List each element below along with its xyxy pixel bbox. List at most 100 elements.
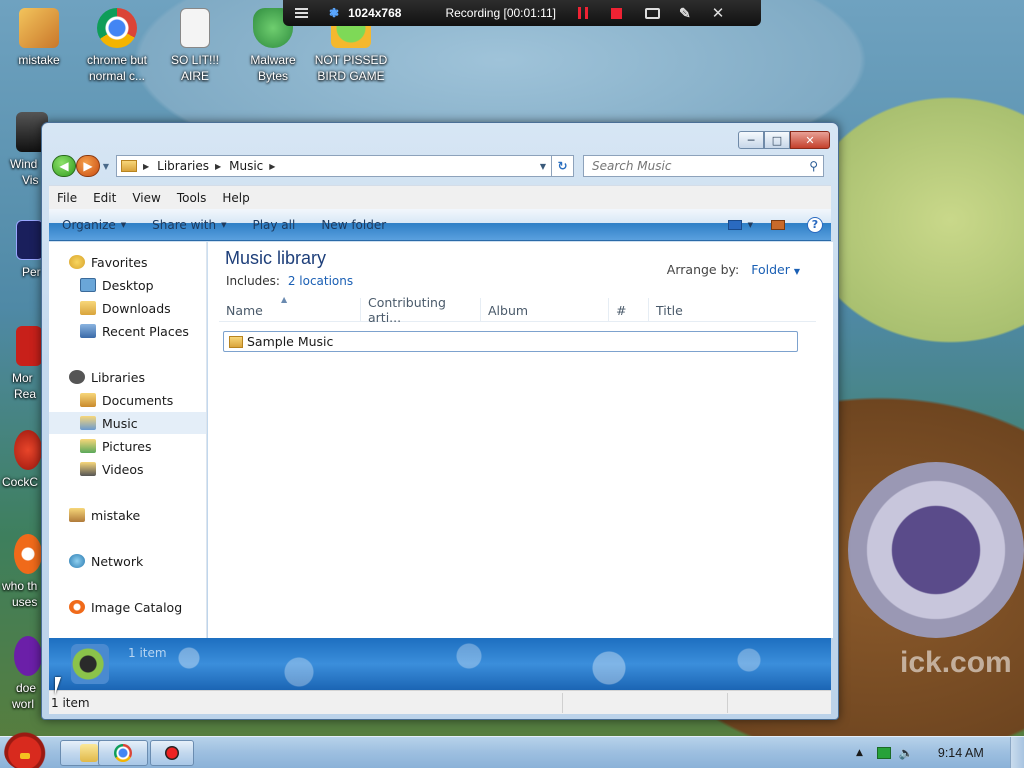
nav-documents[interactable]: Documents (49, 389, 206, 411)
organize-button[interactable]: Organize ▼ (49, 218, 139, 232)
volume-icon[interactable]: 🔈 (899, 746, 914, 760)
breadcrumb-libraries[interactable]: Libraries (157, 159, 209, 173)
flash-icon (14, 534, 42, 574)
sort-ascending-icon: ▲ (281, 295, 288, 304)
taskbar-recorder-button[interactable] (150, 740, 194, 766)
desktop-icon-mistake[interactable]: mistake (0, 8, 78, 68)
address-bar[interactable]: ▶ Libraries ▶ Music ▶ ▼ (116, 155, 552, 177)
close-button[interactable]: ✕ (790, 131, 830, 149)
nav-libraries[interactable]: Libraries (49, 366, 206, 388)
search-icon[interactable]: ⚲ (809, 159, 818, 173)
address-dropdown-icon[interactable]: ▼ (540, 162, 551, 171)
maximize-button[interactable]: □ (764, 131, 790, 149)
chevron-down-icon: ▼ (793, 267, 800, 276)
menu-edit[interactable]: Edit (85, 191, 124, 205)
column-header-number[interactable]: # (609, 298, 649, 322)
new-folder-button[interactable]: New folder (308, 218, 399, 232)
desktop-icon-who[interactable]: who th uses (0, 534, 42, 610)
refresh-button[interactable]: ↻ (552, 155, 574, 177)
show-hidden-icons-icon[interactable]: ▲ (856, 748, 863, 758)
change-view-icon[interactable] (727, 219, 742, 230)
wallpaper-watermark: ick.com (900, 646, 1012, 679)
details-pane: 1 item (49, 638, 831, 690)
nav-pictures[interactable]: Pictures (49, 435, 206, 457)
breadcrumb-separator-icon[interactable]: ▶ (269, 162, 275, 171)
music-library-icon (80, 416, 96, 430)
search-box[interactable]: ⚲ (583, 155, 824, 177)
column-header-name[interactable]: ▲ Name (219, 295, 361, 322)
desktop-icon-windows[interactable]: Wind Vis (0, 112, 48, 188)
search-input[interactable] (592, 159, 802, 173)
breadcrumb-separator-icon[interactable]: ▶ (143, 162, 149, 171)
clock[interactable]: 9:14 AM (938, 746, 984, 760)
preview-pane-icon[interactable] (771, 219, 785, 230)
forward-button[interactable]: ▶ (76, 155, 100, 177)
breadcrumb-music[interactable]: Music (229, 159, 263, 173)
nav-music[interactable]: Music (49, 412, 206, 434)
recent-pages-dropdown[interactable]: ▼ (100, 162, 112, 171)
column-header-contributing-artists[interactable]: Contributing arti... (361, 295, 481, 325)
desktop-icon-premiere[interactable]: Per (0, 220, 44, 280)
nav-image-catalog[interactable]: Image Catalog (49, 596, 206, 618)
nav-desktop[interactable]: Desktop (49, 274, 206, 296)
navigation-pane: Favorites Desktop Downloads Recent Place… (49, 242, 207, 638)
pin-icon[interactable]: ❃ (329, 6, 339, 20)
camera-icon[interactable] (644, 7, 660, 19)
minimize-button[interactable]: ─ (738, 131, 764, 149)
chrome-icon (97, 8, 137, 48)
stop-icon[interactable] (610, 7, 622, 19)
window-controls: ─ □ ✕ (738, 131, 830, 149)
recording-toolbar: ❃ 1024x768 Recording [00:01:11] ✎ ✕ (283, 0, 761, 26)
help-button[interactable]: ? (807, 216, 823, 233)
yahoo-icon (14, 636, 42, 676)
desktop-icon-cockc[interactable]: CockC (0, 430, 42, 490)
close-icon[interactable]: ✕ (712, 4, 725, 22)
play-all-button[interactable]: Play all (239, 218, 308, 232)
column-header-album[interactable]: Album (481, 298, 609, 322)
file-name: Sample Music (247, 334, 334, 349)
desktop-icon-yahoo[interactable]: doe worl (0, 636, 42, 712)
command-bar: Organize ▼ Share with ▼ Play all New folde… (49, 209, 831, 241)
nav-downloads[interactable]: Downloads (49, 297, 206, 319)
back-button[interactable]: ◀ (52, 155, 76, 177)
show-desktop-button[interactable] (1010, 737, 1024, 768)
menu-view[interactable]: View (124, 191, 168, 205)
chevron-down-icon: ▼ (221, 220, 227, 229)
pictures-library-icon (80, 439, 96, 453)
chevron-down-icon: ▼ (120, 220, 127, 229)
pen-icon[interactable]: ✎ (679, 5, 691, 22)
content-pane: Music library Includes: 2 locations Arra… (208, 242, 833, 638)
desktop-icon-solitaire[interactable]: SO LIT!!! AIRE (156, 8, 234, 84)
column-header-title[interactable]: Title (649, 298, 809, 322)
library-title: Music library (225, 248, 327, 268)
playing-card-icon (180, 8, 210, 48)
network-status-icon[interactable] (876, 747, 891, 759)
menu-tools[interactable]: Tools (169, 191, 215, 205)
nav-network[interactable]: Network (49, 550, 206, 572)
nav-user[interactable]: mistake (49, 504, 206, 526)
pause-icon[interactable] (577, 7, 588, 19)
app-icon (14, 430, 42, 470)
status-divider (562, 693, 563, 713)
menu-help[interactable]: Help (214, 191, 257, 205)
videos-library-icon (80, 462, 96, 476)
network-icon (69, 554, 85, 568)
list-item[interactable]: Sample Music (223, 331, 798, 352)
desktop-icon-reader[interactable]: Mor Rea (0, 326, 42, 402)
share-with-button[interactable]: Share with ▼ (139, 218, 239, 232)
nav-videos[interactable]: Videos (49, 458, 206, 480)
nav-recent-places[interactable]: Recent Places (49, 320, 206, 342)
view-options-dropdown-icon[interactable]: ▼ (748, 221, 753, 229)
maximize-icon: □ (771, 133, 783, 147)
arrange-by-dropdown[interactable]: Folder ▼ (751, 262, 800, 277)
taskbar-chrome-button[interactable] (98, 740, 148, 766)
start-button[interactable] (4, 731, 50, 768)
desktop-icon-chrome[interactable]: chrome but normal c... (78, 8, 156, 84)
menu-file[interactable]: File (49, 191, 85, 205)
nav-favorites[interactable]: Favorites (49, 251, 206, 273)
system-tray: ▲ 🔈 9:14 AM (856, 737, 1014, 768)
menu-icon[interactable] (295, 12, 308, 14)
library-locations-link[interactable]: 2 locations (288, 274, 353, 288)
recording-resolution: 1024x768 (348, 6, 402, 20)
breadcrumb-separator-icon[interactable]: ▶ (215, 162, 221, 171)
